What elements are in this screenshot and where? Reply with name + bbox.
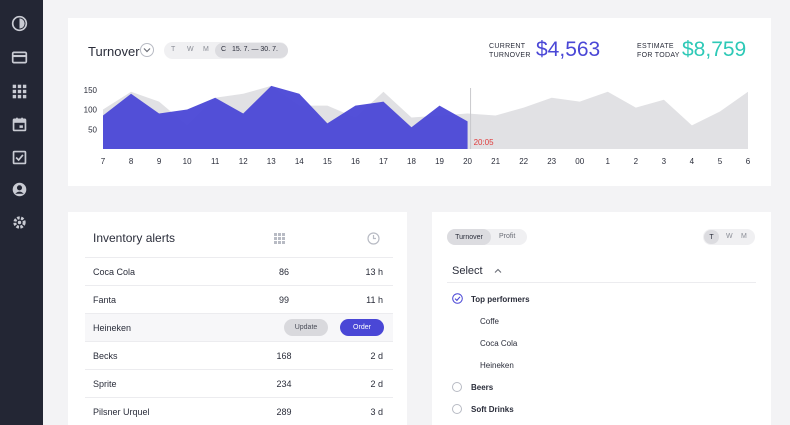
dashboard-gauge-icon[interactable] xyxy=(11,15,28,32)
tab-turnover[interactable]: Turnover xyxy=(447,229,491,245)
turnover-card: Turnover T W M C 15. 7. — 30. 7. CURRENT… xyxy=(68,18,771,186)
period-month[interactable]: M xyxy=(741,233,747,240)
inventory-row[interactable]: Fanta 99 11 h xyxy=(85,285,393,313)
x-tick-label: 10 xyxy=(183,157,192,166)
x-tick-label: 22 xyxy=(519,157,528,166)
inventory-row[interactable]: Pilsner Urquel 289 3 d xyxy=(85,397,393,425)
x-tick-label: 7 xyxy=(101,157,106,166)
now-time-label: 20:05 xyxy=(474,138,495,147)
x-tick-label: 11 xyxy=(211,157,220,166)
settings-gear-icon[interactable] xyxy=(11,214,28,231)
inventory-title: Inventory alerts xyxy=(93,231,176,245)
performer-item[interactable]: Coffe xyxy=(480,317,499,326)
inventory-row[interactable]: Becks 168 2 d xyxy=(85,341,393,369)
x-tick-label: 3 xyxy=(662,157,667,166)
item-name: Fanta xyxy=(93,295,117,305)
clock-icon[interactable] xyxy=(367,232,380,245)
performer-item[interactable]: Heineken xyxy=(480,361,514,370)
select-header[interactable]: Select xyxy=(447,255,756,283)
item-name: Coca Cola xyxy=(93,267,136,277)
x-tick-label: 16 xyxy=(351,157,360,166)
item-time: 11 h xyxy=(366,295,383,305)
item-qty: 99 xyxy=(278,295,289,305)
order-button[interactable]: Order xyxy=(340,319,384,336)
credit-card-icon[interactable] xyxy=(11,49,28,66)
x-tick-label: 15 xyxy=(323,157,332,166)
metric-tabs: Turnover Profit xyxy=(447,229,527,245)
x-tick-label: 6 xyxy=(746,157,751,166)
y-tick-label: 50 xyxy=(88,125,97,134)
tab-profit[interactable]: Profit xyxy=(499,233,515,240)
x-tick-label: 1 xyxy=(606,157,611,166)
x-tick-label: 18 xyxy=(407,157,416,166)
inventory-row[interactable]: Coca Cola 86 13 h xyxy=(85,257,393,285)
x-tick-label: 00 xyxy=(575,157,584,166)
calendar-icon[interactable] xyxy=(11,116,28,133)
x-tick-label: 14 xyxy=(295,157,304,166)
x-tick-label: 19 xyxy=(435,157,444,166)
item-name: Pilsner Urquel xyxy=(93,407,150,417)
user-icon[interactable] xyxy=(11,181,28,198)
item-qty: 289 xyxy=(276,407,292,417)
item-qty: 86 xyxy=(278,267,289,277)
x-tick-label: 9 xyxy=(157,157,162,166)
x-tick-label: 17 xyxy=(379,157,388,166)
item-name: Becks xyxy=(93,351,118,361)
radio-soft-drinks[interactable] xyxy=(452,404,462,414)
group-beers[interactable]: Beers xyxy=(471,383,493,392)
x-tick-label: 4 xyxy=(690,157,695,166)
check-circle-icon[interactable] xyxy=(452,293,463,304)
inventory-row[interactable]: Sprite 234 2 d xyxy=(85,369,393,397)
x-tick-label: 23 xyxy=(547,157,556,166)
inventory-row-selected[interactable]: Heineken Update Order xyxy=(85,313,393,341)
turnover-chart: 20:05150100507 8 9 10 11 12 13 14 15 16 17 18 19 20 21… xyxy=(84,86,751,166)
period-week[interactable]: W xyxy=(726,233,733,240)
item-name: Sprite xyxy=(93,379,117,389)
x-tick-label: 2 xyxy=(634,157,639,166)
x-tick-label: 12 xyxy=(239,157,248,166)
group-top-performers[interactable]: Top performers xyxy=(471,295,530,304)
checkbox-icon[interactable] xyxy=(11,149,28,166)
performer-item[interactable]: Coca Cola xyxy=(480,339,517,348)
item-time: 13 h xyxy=(365,267,383,277)
group-soft-drinks[interactable]: Soft Drinks xyxy=(471,405,514,414)
inventory-alerts-card: Inventory alerts Coca Cola 86 13 h Fanta… xyxy=(68,212,407,425)
item-time: 2 d xyxy=(370,379,383,389)
x-tick-label: 13 xyxy=(267,157,276,166)
grid-icon[interactable] xyxy=(274,233,285,244)
sidebar xyxy=(0,0,43,425)
item-time: 2 d xyxy=(370,351,383,361)
update-button[interactable]: Update xyxy=(284,319,328,336)
x-tick-label: 5 xyxy=(718,157,723,166)
chevron-up-icon[interactable] xyxy=(494,268,502,274)
grid-apps-icon[interactable] xyxy=(11,83,28,100)
item-name: Heineken xyxy=(93,323,132,333)
x-tick-label: 8 xyxy=(129,157,134,166)
radio-beers[interactable] xyxy=(452,382,462,392)
period-today-active[interactable]: T xyxy=(704,230,719,244)
y-tick-label: 150 xyxy=(84,86,98,95)
item-time: 3 d xyxy=(370,407,383,417)
item-qty: 168 xyxy=(276,351,292,361)
select-label: Select xyxy=(452,265,483,277)
performers-card: Turnover Profit T W M Select Top perform… xyxy=(432,212,771,425)
y-tick-label: 100 xyxy=(84,106,98,115)
x-tick-label: 20 xyxy=(463,157,472,166)
item-qty: 234 xyxy=(276,379,292,389)
period-selector-small: T W M xyxy=(703,229,755,245)
x-tick-label: 21 xyxy=(491,157,500,166)
